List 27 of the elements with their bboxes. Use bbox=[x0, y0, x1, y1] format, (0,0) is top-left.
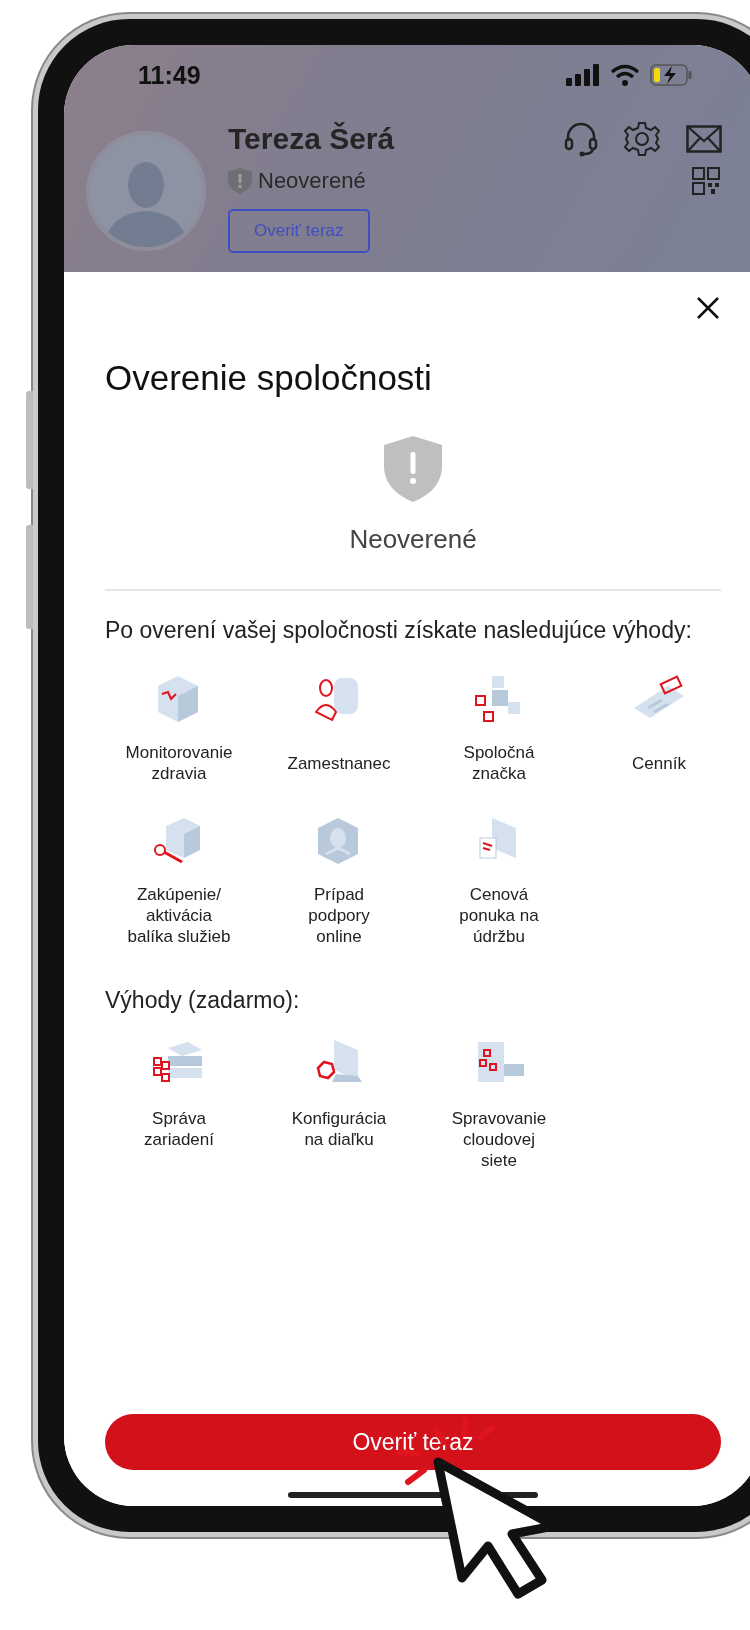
qr-code-icon[interactable] bbox=[692, 167, 720, 195]
verification-status: Neoverené bbox=[349, 524, 477, 555]
status-time: 11:49 bbox=[138, 60, 201, 90]
wifi-icon bbox=[610, 64, 640, 86]
signal-icon bbox=[566, 64, 600, 86]
benefit-label: Konfigurácia na diaľku bbox=[291, 1108, 387, 1150]
free-benefits-title: Výhody (zadarmo): bbox=[105, 987, 301, 1014]
benefit-label: Zamestnanec bbox=[287, 752, 391, 775]
intro-text: Po overení vašej spoločnosti získate nasledujúce výhody: bbox=[105, 616, 693, 645]
benefit-label: Cenník bbox=[632, 752, 686, 775]
benefit-label: Monitorovanie zdravia bbox=[125, 742, 233, 784]
headset-icon[interactable] bbox=[564, 121, 598, 157]
sheet-title: Overenie spoločnosti bbox=[105, 358, 433, 398]
benefit-label: Spoločná značka bbox=[463, 742, 535, 784]
benefit-label: Cenová ponuka na údržbu bbox=[459, 884, 539, 947]
benefit-label: Spravovanie cloudovej siete bbox=[451, 1108, 547, 1171]
close-button[interactable] bbox=[695, 295, 721, 321]
benefit-label: Zakúpenie/ aktivácia balíka služieb bbox=[127, 884, 231, 947]
benefit-label: Prípad podpory online bbox=[308, 884, 370, 947]
verification-status: Neoverené bbox=[258, 168, 367, 194]
mail-icon[interactable] bbox=[686, 125, 722, 153]
shield-warning-icon bbox=[384, 436, 442, 502]
user-name: Tereza Šerá bbox=[228, 122, 395, 156]
settings-icon[interactable] bbox=[624, 121, 660, 157]
benefit-label: Správa zariadení bbox=[144, 1108, 214, 1150]
battery-charging-icon bbox=[650, 64, 692, 86]
shield-icon bbox=[228, 168, 252, 194]
